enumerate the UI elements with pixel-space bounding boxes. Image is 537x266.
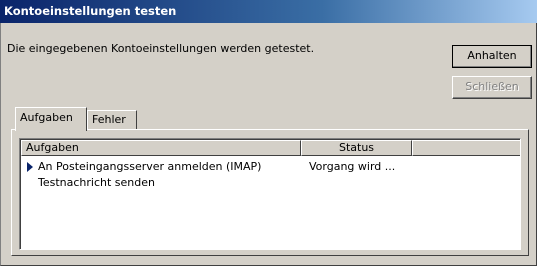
column-header-status[interactable]: Status [301,140,412,156]
task-name: An Posteingangsserver anmelden (IMAP) [38,160,262,173]
column-header-aufgaben[interactable]: Aufgaben [21,140,301,156]
tab-fehler[interactable]: Fehler [87,110,137,130]
tab-aufgaben[interactable]: Aufgaben [15,107,87,131]
task-list[interactable]: Aufgaben Status An Posteingangsserver an… [19,138,521,250]
window-title-bar[interactable]: Kontoeinstellungen testen [0,0,537,23]
current-task-arrow-icon [27,162,33,172]
list-header: Aufgaben Status [21,140,520,156]
stop-button[interactable]: Anhalten [452,45,532,68]
task-name: Testnachricht senden [38,176,155,189]
tab-panel: Aufgaben Status An Posteingangsserver an… [11,129,529,256]
status-message: Die eingegebenen Kontoeinstellungen werd… [7,42,315,55]
column-header-empty[interactable] [412,140,520,156]
window-title: Kontoeinstellungen testen [4,4,177,18]
close-button[interactable]: Schließen [452,76,532,99]
task-status: Vorgang wird ... [309,160,396,173]
